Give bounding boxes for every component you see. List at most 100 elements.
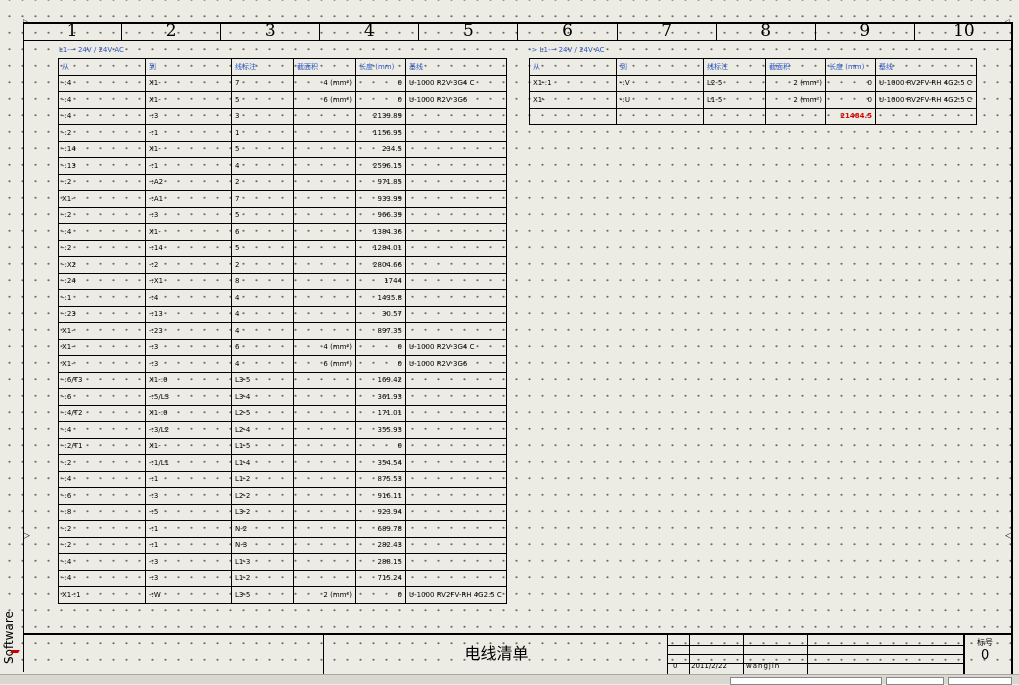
table-cell: 361.93	[355, 388, 406, 406]
table-cell	[405, 173, 507, 191]
revision-number: 0	[673, 662, 678, 670]
table-cell	[405, 223, 507, 241]
status-field[interactable]	[886, 677, 944, 685]
column-header: 长度 (mm)	[355, 58, 406, 76]
table-cell	[765, 107, 826, 125]
table-cell	[293, 140, 356, 158]
table-cell: 916.11	[355, 487, 406, 505]
column-header: 从	[58, 58, 146, 76]
table-cell: 2804.66	[355, 256, 406, 274]
table-cell: -:4	[58, 569, 146, 587]
table-row: X1- -:3 6 4 (mm²) 0 U-1000 R2V 3G4 C	[58, 338, 507, 356]
table-cell: -:14	[145, 239, 232, 257]
table-cell: -:U	[616, 91, 704, 109]
table-cell: -:6	[58, 487, 146, 505]
table-cell: 966.39	[355, 206, 406, 224]
right-table-title: -> L1-~ 24V / 24V AC	[529, 46, 605, 54]
arrow-right-marker-icon: ▷	[23, 18, 28, 25]
table-cell: L1-2	[231, 470, 294, 488]
table-cell: -:23	[58, 305, 146, 323]
column-header-strip: 1 2 3 4 5 6 7 8 9 10	[23, 22, 1013, 41]
table-cell	[293, 503, 356, 521]
table-cell: 923.94	[355, 503, 406, 521]
table-row: -:4 X1- 6 1384.36	[58, 223, 507, 241]
table-cell	[293, 536, 356, 554]
table-cell: 171.01	[355, 404, 406, 422]
table-cell: -:2/T1	[58, 437, 146, 455]
table-cell: U-1000 R2V 3G4 C	[405, 338, 507, 356]
table-cell: L1-4	[231, 454, 294, 472]
table-cell: -:2	[58, 124, 146, 142]
tb-divider	[323, 635, 324, 675]
table-cell	[405, 388, 507, 406]
arrow-left-marker-icon: ◁	[1005, 531, 1012, 541]
table-cell: 8	[231, 272, 294, 290]
table-cell	[405, 190, 507, 208]
table-cell: L2-5	[703, 74, 766, 92]
table-row: -:6/T3 X1-:0 L3-5 169.42	[58, 371, 507, 389]
table-cell: -:W	[145, 586, 232, 604]
table-cell	[293, 272, 356, 290]
table-row: -:2 -:3 5 966.39	[58, 206, 507, 224]
column-number-8: 8	[717, 22, 816, 40]
table-cell: X1-	[145, 223, 232, 241]
table-cell	[405, 553, 507, 571]
table-cell: 355.93	[355, 421, 406, 439]
table-cell: U-1000 RV2FV-RH 4G2.5 C	[875, 91, 977, 109]
table-row: X1- -:U L1-5 2 (mm²) 0 U-1000 RV2FV-RH 4G2.5 …	[529, 91, 977, 109]
total-row: 21484.5	[529, 107, 977, 125]
table-cell	[405, 487, 507, 505]
table-cell: L1-2	[231, 569, 294, 587]
table-cell: X1-	[58, 322, 146, 340]
table-cell: 933.99	[355, 190, 406, 208]
column-header: 线标注	[231, 58, 294, 76]
table-cell	[405, 289, 507, 307]
table-row: -:X2 -:2 2 2804.66	[58, 256, 507, 274]
table-cell	[405, 470, 507, 488]
table-cell: 2139.89	[355, 107, 406, 125]
table-cell: 5	[231, 239, 294, 257]
table-cell: X1-	[58, 338, 146, 356]
table-cell: L3-5	[231, 371, 294, 389]
table-cell: -:6/T3	[58, 371, 146, 389]
table-cell: 1435.8	[355, 289, 406, 307]
table-cell: 1384.36	[355, 223, 406, 241]
table-cell	[293, 437, 356, 455]
column-header: 截面积	[293, 58, 356, 76]
table-row: -:4 -:3 L1-2 715.24	[58, 569, 507, 587]
table-cell: 4	[231, 305, 294, 323]
table-cell: 0	[355, 338, 406, 356]
table-cell	[405, 569, 507, 587]
table-cell	[293, 569, 356, 587]
wire-list-table-left: 从到线标注 截面积 长度 (mm) 基线 -:4 X1- 7 4 (mm²) 0 U-1000 …	[58, 58, 507, 604]
table-cell: -:3	[145, 487, 232, 505]
column-number-6: 6	[518, 22, 618, 40]
brand-text: Software	[2, 611, 16, 664]
table-cell: -:1/L1	[145, 454, 232, 472]
table-cell: -:1	[145, 470, 232, 488]
table-row: -:13 -:1 4 2596.15	[58, 157, 507, 175]
table-cell: 0	[355, 355, 406, 373]
wire-list-table-right: 从到线标注 截面积 长度 (mm) 基线 X1-:1 -:V L2-5 2 (mm²) 0 U-…	[529, 58, 977, 125]
table-cell: L2-2	[231, 487, 294, 505]
table-row: -:2/T1 X1- L1-5 0	[58, 437, 507, 455]
table-cell: -:1	[145, 520, 232, 538]
status-field[interactable]	[730, 677, 882, 685]
table-cell	[293, 388, 356, 406]
table-cell: 282.43	[355, 536, 406, 554]
status-field[interactable]	[948, 677, 1012, 685]
table-cell	[405, 157, 507, 175]
table-cell: X1-	[145, 91, 232, 109]
table-cell	[529, 107, 617, 125]
table-cell: 0	[355, 91, 406, 109]
table-cell	[293, 206, 356, 224]
table-cell: -:1	[145, 536, 232, 554]
table-cell: -:3	[145, 553, 232, 571]
table-cell: 4	[231, 157, 294, 175]
table-cell: 4	[231, 355, 294, 373]
table-cell	[405, 371, 507, 389]
table-cell: -:2	[58, 206, 146, 224]
table-cell: -:2	[58, 520, 146, 538]
table-row: -:8 -:5 L3-2 923.94	[58, 503, 507, 521]
table-cell: 2	[231, 256, 294, 274]
